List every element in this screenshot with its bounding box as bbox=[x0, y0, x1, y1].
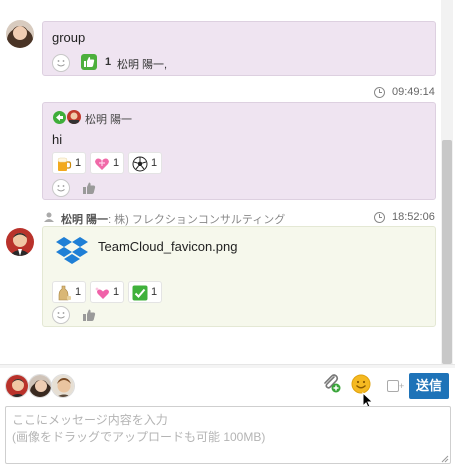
resize-grip-icon[interactable] bbox=[440, 454, 449, 463]
reaction-count: 1 bbox=[105, 56, 112, 68]
reaction-count: 1 bbox=[75, 157, 82, 169]
sender-avatar-man[interactable] bbox=[6, 228, 34, 256]
smiley-icon bbox=[57, 60, 65, 67]
message-timestamp: 09:49:14 bbox=[392, 86, 435, 98]
sender-avatar-woman[interactable] bbox=[6, 20, 34, 48]
reaction-sake[interactable]: 1 bbox=[52, 281, 86, 303]
reaction-users[interactable]: 松明 陽一, bbox=[117, 56, 167, 72]
reaction-sparkling-heart[interactable]: 1 bbox=[90, 281, 124, 303]
beer-icon bbox=[57, 157, 72, 171]
sender-name[interactable]: 松明 陽一 bbox=[61, 214, 108, 226]
clock-icon bbox=[374, 212, 385, 223]
message-timestamp: 18:52:06 bbox=[392, 211, 435, 223]
reply-author-avatar bbox=[67, 110, 81, 124]
timeline-scrollbar[interactable] bbox=[441, 0, 453, 364]
user-icon bbox=[44, 212, 54, 222]
reply-arrow-icon bbox=[53, 111, 66, 124]
member-avatar-man[interactable] bbox=[5, 374, 29, 398]
sparkling-heart-icon bbox=[95, 287, 109, 299]
previous-message-header-fragment bbox=[42, 0, 436, 9]
reaction-check[interactable]: 1 bbox=[128, 281, 162, 303]
reaction-heart[interactable]: 1 bbox=[90, 152, 124, 174]
member-avatar-man-2[interactable] bbox=[51, 374, 75, 398]
reaction-count: 1 bbox=[151, 157, 158, 169]
add-reaction-button[interactable] bbox=[52, 306, 70, 324]
reaction-count: 1 bbox=[151, 286, 158, 298]
soccer-ball-icon bbox=[132, 156, 148, 172]
clock-icon bbox=[374, 87, 385, 98]
sender-line: 松明 陽一: 株) フレクションコンサルティング bbox=[61, 211, 285, 227]
heart-ribbon-icon bbox=[95, 158, 109, 170]
message-timeline[interactable]: group 1 松明 陽一, 09:49:14 松明 陽一 hi 1 1 1 松… bbox=[0, 0, 441, 364]
message-text: hi bbox=[52, 132, 63, 147]
thumbs-up-icon[interactable] bbox=[81, 307, 97, 323]
message-bubble: group 1 松明 陽一, bbox=[42, 21, 436, 76]
member-avatar-woman[interactable] bbox=[28, 374, 52, 398]
send-button[interactable]: 送信 bbox=[409, 373, 449, 399]
option-checkbox[interactable] bbox=[387, 380, 399, 392]
reaction-count: 1 bbox=[113, 157, 120, 169]
emoji-picker-icon[interactable] bbox=[351, 374, 371, 394]
message-text: group bbox=[52, 30, 86, 45]
thumbs-up-green-icon[interactable] bbox=[81, 54, 97, 70]
reaction-count: 1 bbox=[113, 286, 120, 298]
scrollbar-thumb[interactable] bbox=[442, 140, 452, 364]
add-reaction-button[interactable] bbox=[52, 54, 70, 72]
smiley-icon bbox=[57, 312, 65, 319]
message-input[interactable] bbox=[5, 406, 451, 464]
sender-company: : 株) フレクションコンサルティング bbox=[108, 214, 286, 226]
sake-icon bbox=[58, 285, 71, 301]
reaction-beer[interactable]: 1 bbox=[52, 152, 86, 174]
reaction-count: 1 bbox=[75, 286, 82, 298]
message-bubble: TeamCloud_favicon.png 1 1 1 bbox=[42, 226, 436, 327]
dropbox-icon[interactable] bbox=[56, 235, 88, 265]
composer-divider bbox=[0, 364, 455, 368]
reaction-soccer[interactable]: 1 bbox=[128, 152, 162, 174]
thumbs-up-icon[interactable] bbox=[81, 180, 97, 196]
add-reaction-button[interactable] bbox=[52, 179, 70, 197]
attachment-file-name[interactable]: TeamCloud_favicon.png bbox=[98, 239, 237, 254]
reply-author-name: 松明 陽一 bbox=[85, 114, 133, 126]
smiley-icon bbox=[57, 185, 65, 192]
message-bubble: 松明 陽一 hi 1 1 1 bbox=[42, 102, 436, 200]
attach-file-icon[interactable] bbox=[321, 373, 341, 393]
checkbox-plus-icon: + bbox=[399, 381, 405, 391]
check-mark-icon bbox=[132, 285, 148, 301]
